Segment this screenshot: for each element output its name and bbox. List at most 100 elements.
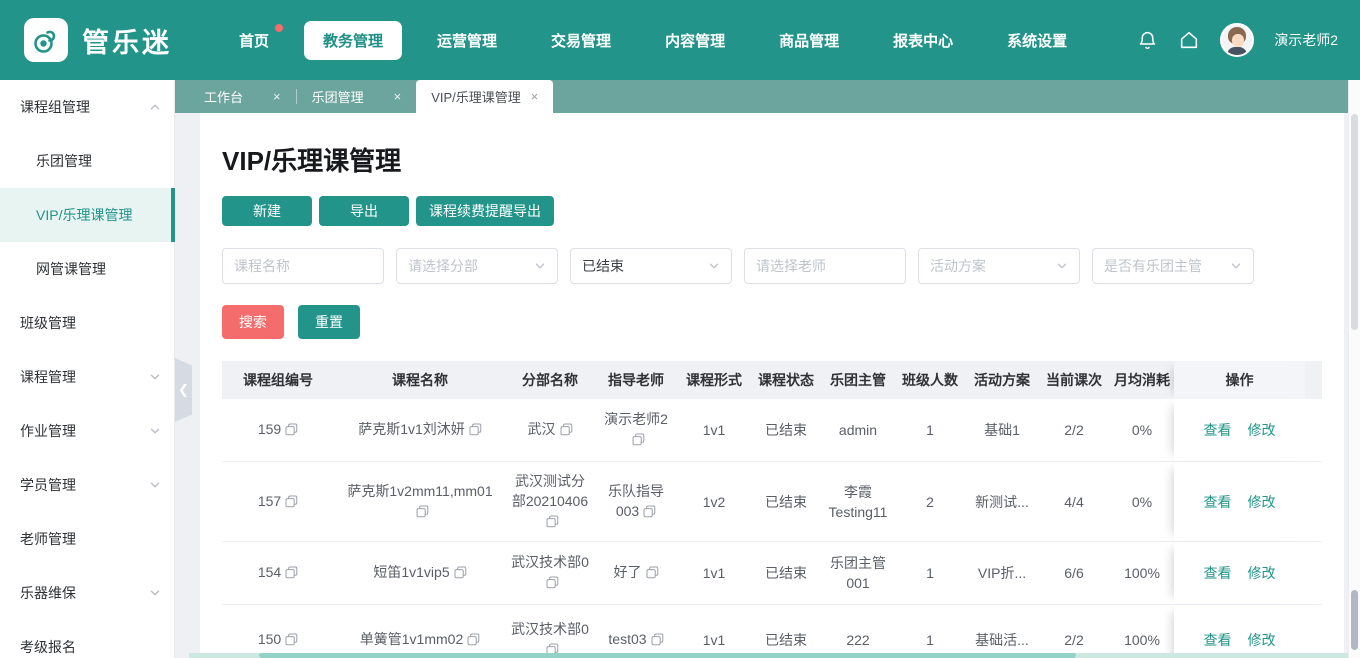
cell-text: 0% bbox=[1131, 422, 1153, 438]
copy-icon[interactable] bbox=[646, 564, 659, 584]
cell-branch: 武汉技术部0 bbox=[506, 542, 594, 604]
cell-manager: 乐团主管001 bbox=[822, 542, 894, 604]
renewal-export-button[interactable]: 课程续费提醒导出 bbox=[416, 196, 554, 226]
sidebar-item-course[interactable]: 课程管理 bbox=[0, 350, 175, 404]
cell-consume: 0% bbox=[1110, 462, 1174, 541]
vertical-scrollbar-thumb-secondary[interactable] bbox=[1351, 590, 1358, 650]
chevron-down-icon bbox=[708, 260, 720, 272]
copy-icon[interactable] bbox=[467, 631, 480, 651]
user-avatar[interactable] bbox=[1220, 23, 1255, 57]
sidebar-item-homework[interactable]: 作业管理 bbox=[0, 404, 175, 458]
column-header-consume: 月均消耗 bbox=[1114, 372, 1170, 388]
home-icon[interactable] bbox=[1178, 29, 1200, 51]
avatar-torso bbox=[1227, 47, 1248, 55]
course-table: 课程组编号 课程名称 分部名称 指导老师 课程形式 课程状态 乐团主管 班级人数 活动方案 当前课… bbox=[222, 361, 1322, 658]
copy-icon[interactable] bbox=[285, 493, 298, 513]
teacher-input[interactable] bbox=[744, 248, 906, 284]
tab-orchestra[interactable]: 乐团管理 × bbox=[297, 80, 417, 113]
sidebar-item-course-group[interactable]: 课程组管理 bbox=[0, 80, 175, 134]
table-row: 159 萨克斯1v1刘沐妍 武汉 演示老师2 1v1 已结束 admin 1 基础1 2/2 0% 查… bbox=[222, 399, 1322, 462]
sidebar-item-teacher[interactable]: 老师管理 bbox=[0, 512, 175, 566]
vertical-scrollbar-thumb[interactable] bbox=[1351, 114, 1358, 330]
nav-item-reports[interactable]: 报表中心 bbox=[874, 21, 972, 60]
cell-group_id: 157 bbox=[222, 462, 334, 541]
chevron-down-icon bbox=[534, 260, 546, 272]
plan-select[interactable]: 活动方案 bbox=[918, 248, 1080, 284]
brand-logo[interactable]: 管乐迷 bbox=[24, 18, 220, 62]
cell-consume: 100% bbox=[1110, 605, 1174, 658]
nav-item-goods[interactable]: 商品管理 bbox=[760, 21, 858, 60]
tab-label: VIP/乐理课管理 bbox=[431, 90, 521, 105]
cell-group_id: 154 bbox=[222, 542, 334, 604]
cell-size: 2 bbox=[894, 462, 966, 541]
tab-close-icon[interactable]: × bbox=[394, 90, 402, 103]
copy-icon[interactable] bbox=[546, 574, 559, 594]
copy-icon[interactable] bbox=[416, 503, 429, 523]
cell-text: 武汉测试分部20210406 bbox=[511, 471, 589, 533]
copy-icon[interactable] bbox=[454, 564, 467, 584]
sidebar-item-web-course[interactable]: 网管课管理 bbox=[0, 242, 175, 296]
horizontal-scrollbar-thumb[interactable] bbox=[259, 653, 1076, 658]
sidebar-item-exam[interactable]: 考级报名 bbox=[0, 620, 175, 658]
nav-item-trade[interactable]: 交易管理 bbox=[532, 21, 630, 60]
column-header-group_id: 课程组编号 bbox=[243, 372, 313, 388]
copy-icon[interactable] bbox=[285, 421, 298, 441]
select-value: 已结束 bbox=[582, 258, 624, 274]
tab-close-icon[interactable]: × bbox=[531, 90, 539, 103]
branch-select[interactable]: 请选择分部 bbox=[396, 248, 558, 284]
workspace: 工作台 × 乐团管理 × VIP/乐理课管理 × VIP/乐理课管理 新建 导出 课程续费提醒… bbox=[175, 80, 1360, 658]
edit-link[interactable]: 修改 bbox=[1248, 563, 1276, 583]
view-link[interactable]: 查看 bbox=[1204, 630, 1232, 650]
status-select[interactable]: 已结束 bbox=[570, 248, 732, 284]
cell-text: 6/6 bbox=[1064, 565, 1084, 581]
teacher-field[interactable] bbox=[756, 258, 894, 274]
nav-item-home[interactable]: 首页 bbox=[220, 21, 288, 60]
cell-text: 已结束 bbox=[765, 422, 807, 438]
sidebar-item-student[interactable]: 学员管理 bbox=[0, 458, 175, 512]
cell-text: 萨克斯1v2mm11,mm01 bbox=[339, 481, 501, 523]
has-manager-select[interactable]: 是否有乐团主管 bbox=[1092, 248, 1254, 284]
view-link[interactable]: 查看 bbox=[1204, 492, 1232, 512]
copy-icon[interactable] bbox=[651, 631, 664, 651]
course-name-input[interactable] bbox=[222, 248, 384, 284]
edit-link[interactable]: 修改 bbox=[1248, 420, 1276, 440]
copy-icon[interactable] bbox=[643, 503, 656, 523]
navbar-right: 演示老师2 bbox=[1136, 23, 1338, 57]
sidebar-item-orchestra[interactable]: 乐团管理 bbox=[0, 134, 175, 188]
tab-vip-course[interactable]: VIP/乐理课管理 × bbox=[416, 80, 554, 113]
tab-workbench[interactable]: 工作台 × bbox=[189, 80, 296, 113]
edit-link[interactable]: 修改 bbox=[1248, 630, 1276, 650]
app-root: 管乐迷 首页 教务管理 运营管理 交易管理 内容管理 商品管理 报表中心 系统设置 演示老师2 bbox=[0, 0, 1360, 658]
tab-close-icon[interactable]: × bbox=[273, 90, 281, 103]
create-button[interactable]: 新建 bbox=[222, 196, 312, 226]
username-label[interactable]: 演示老师2 bbox=[1274, 30, 1338, 50]
course-name-field[interactable] bbox=[234, 258, 372, 274]
bell-icon[interactable] bbox=[1136, 29, 1158, 51]
column-header-status: 课程状态 bbox=[758, 372, 814, 388]
copy-icon[interactable] bbox=[469, 421, 482, 441]
avatar-face bbox=[1232, 34, 1245, 47]
nav-item-settings[interactable]: 系统设置 bbox=[988, 21, 1086, 60]
sidebar-collapse-handle[interactable]: ❮ bbox=[175, 358, 192, 422]
copy-icon[interactable] bbox=[285, 631, 298, 651]
copy-icon[interactable] bbox=[560, 421, 573, 441]
chevron-down-icon bbox=[149, 479, 161, 491]
reset-button[interactable]: 重置 bbox=[298, 305, 360, 339]
copy-icon[interactable] bbox=[546, 513, 559, 533]
copy-icon[interactable] bbox=[632, 431, 645, 451]
brand-name: 管乐迷 bbox=[82, 27, 172, 58]
nav-item-label: 商品管理 bbox=[779, 32, 840, 50]
search-button[interactable]: 搜索 bbox=[222, 305, 284, 339]
view-link[interactable]: 查看 bbox=[1204, 563, 1232, 583]
sidebar-item-instrument[interactable]: 乐器维保 bbox=[0, 566, 175, 620]
sidebar-item-class[interactable]: 班级管理 bbox=[0, 296, 175, 350]
nav-item-operations[interactable]: 运营管理 bbox=[418, 21, 516, 60]
sidebar-item-vip-course[interactable]: VIP/乐理课管理 bbox=[0, 188, 175, 242]
edit-link[interactable]: 修改 bbox=[1248, 492, 1276, 512]
nav-item-academic[interactable]: 教务管理 bbox=[304, 20, 403, 60]
view-link[interactable]: 查看 bbox=[1204, 420, 1232, 440]
cell-lessons: 6/6 bbox=[1038, 542, 1110, 604]
copy-icon[interactable] bbox=[285, 564, 298, 584]
nav-item-content[interactable]: 内容管理 bbox=[646, 21, 744, 60]
export-button[interactable]: 导出 bbox=[319, 196, 409, 226]
